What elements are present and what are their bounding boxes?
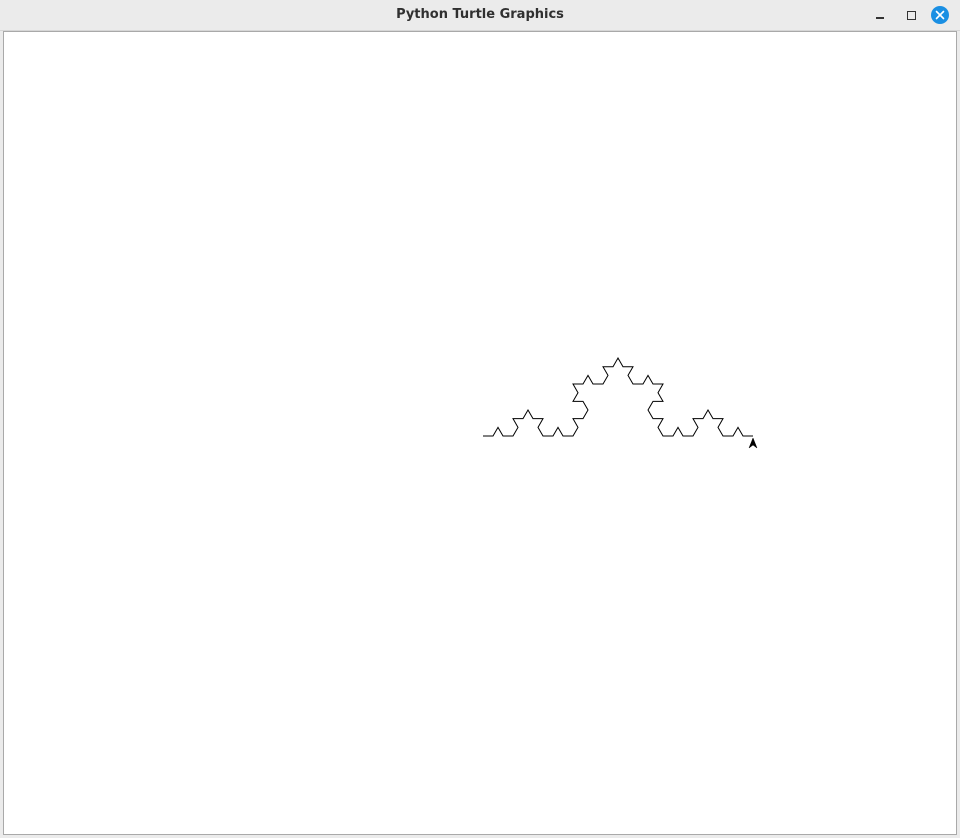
window-title: Python Turtle Graphics [396,7,564,22]
close-icon [931,6,949,24]
turtle-window: Python Turtle Graphics [0,0,960,838]
drawing-surface [483,357,758,449]
koch-curve [483,357,753,437]
title-bar[interactable]: Python Turtle Graphics [0,0,960,31]
minimize-button[interactable] [870,5,890,25]
turtle-canvas[interactable] [3,31,957,835]
maximize-button[interactable] [901,5,921,25]
maximize-icon [906,10,916,20]
minimize-icon [876,17,884,19]
turtle-arrow-icon [748,437,758,449]
close-button[interactable] [930,5,950,25]
